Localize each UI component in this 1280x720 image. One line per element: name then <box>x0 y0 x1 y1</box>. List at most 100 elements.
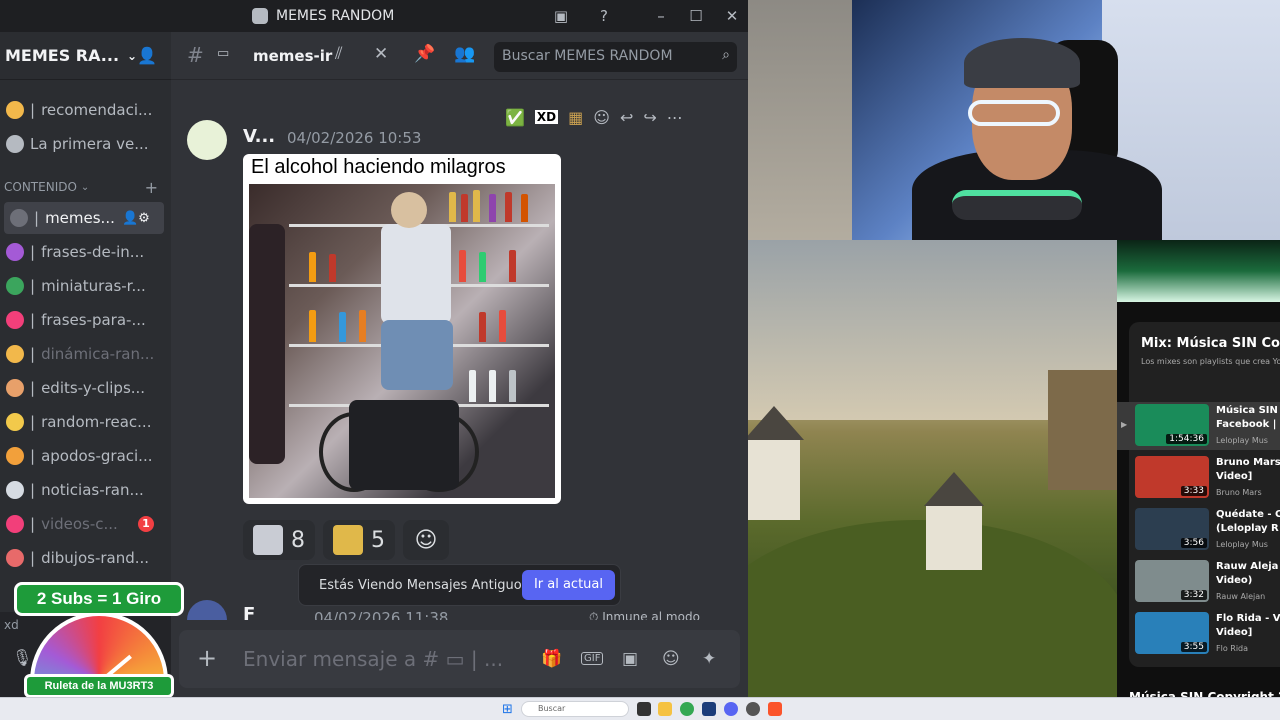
sidebar-channel[interactable]: | memes... 👤⚙ <box>4 202 164 234</box>
more-options-icon[interactable]: ⋯ <box>667 108 683 127</box>
sidebar-channel[interactable]: La primera ve... <box>0 128 171 160</box>
message-timestamp: 04/02/2026 11:38 <box>314 609 449 620</box>
reaction-2[interactable]: 5 <box>323 520 395 560</box>
video-thumbnail[interactable]: 3:33 <box>1135 456 1209 498</box>
video-channel: Leloplay Mus <box>1216 540 1268 549</box>
hash-icon: # <box>187 43 204 67</box>
playlist-item[interactable]: 3:56 Quédate - C (Leloplay R Leloplay Mus <box>1129 506 1280 554</box>
sidebar-channel[interactable]: | dibujos-rand... <box>0 542 171 574</box>
video-title[interactable]: Quédate - C (Leloplay R <box>1216 508 1280 536</box>
search-input[interactable]: Buscar MEMES RANDOM ⌕ <box>494 42 737 72</box>
chrome-icon[interactable] <box>680 702 694 716</box>
window-title: MEMES RANDOM <box>252 8 394 24</box>
xd-reaction-icon[interactable]: XD <box>534 110 559 124</box>
add-user-icon[interactable]: 👤 <box>137 46 157 65</box>
mix-title[interactable]: Mix: Música SIN Copy <box>1141 336 1280 351</box>
channel-divider: | <box>30 481 36 499</box>
reply-icon[interactable]: ↩ <box>620 108 633 127</box>
photoshop-icon[interactable] <box>702 702 716 716</box>
sidebar-channel[interactable]: | frases-de-in... <box>0 236 171 268</box>
playlist-item[interactable]: ▶ 1:54:36 Música SIN Facebook | Leloplay Mus <box>1117 402 1280 450</box>
add-reaction-icon[interactable]: ☺ <box>593 108 610 127</box>
discord-taskbar-icon[interactable] <box>724 702 738 716</box>
message-list[interactable]: ✅ XD ▦ ☺ ↩ ↪ ⋯ V... 04/02/2026 10:53 El … <box>171 80 748 620</box>
video-channel: Leloplay Mus <box>1216 436 1268 445</box>
sidebar-channel[interactable]: | noticias-ran... <box>0 474 171 506</box>
video-title[interactable]: Rauw Aleja Video) <box>1216 560 1278 588</box>
playlist-item[interactable]: 3:32 Rauw Aleja Video) Rauw Alejan <box>1129 558 1280 606</box>
video-channel: Rauw Alejan <box>1216 592 1266 601</box>
pin-icon[interactable]: 📌 <box>414 44 435 64</box>
sidebar-channel[interactable]: | edits-y-clips... <box>0 372 171 404</box>
video-thumbnail[interactable]: 3:56 <box>1135 508 1209 550</box>
sidebar-channel[interactable]: | dinámica-ran... <box>0 338 171 370</box>
video-title[interactable]: Bruno Mars Video] <box>1216 456 1280 484</box>
gif-icon[interactable]: GIF <box>581 652 604 665</box>
threads-icon[interactable]: ⫽ <box>335 44 343 64</box>
minimize-button[interactable]: – <box>648 4 674 28</box>
video-thumbnail[interactable]: 3:55 <box>1135 612 1209 654</box>
task-view-icon[interactable] <box>637 702 651 716</box>
file-explorer-icon[interactable] <box>658 702 672 716</box>
message-author[interactable]: F <box>243 604 255 620</box>
video-thumbnail[interactable]: 3:32 <box>1135 560 1209 602</box>
maximize-button[interactable]: ☐ <box>683 4 709 28</box>
video-thumbnail[interactable]: 1:54:36 <box>1135 404 1209 446</box>
channel-emoji-icon <box>6 447 24 465</box>
check-reaction-icon[interactable]: ✅ <box>505 108 525 127</box>
obs-icon[interactable] <box>746 702 760 716</box>
channel-label: random-reac... <box>41 413 152 431</box>
inbox-icon[interactable]: ▣ <box>548 4 574 28</box>
apps-icon[interactable]: ✦ <box>702 649 716 669</box>
help-icon[interactable]: ? <box>591 4 617 28</box>
sidebar-channel[interactable]: | videos-c... 1 <box>0 508 171 540</box>
channel-emoji-icon <box>6 135 24 153</box>
gift-icon[interactable]: 🎁 <box>541 649 562 669</box>
sidebar-channel[interactable]: | apodos-graci... <box>0 440 171 472</box>
close-button[interactable]: ✕ <box>719 4 745 28</box>
meme-photo <box>249 184 555 498</box>
channel-emoji-icon <box>6 311 24 329</box>
meme-image[interactable]: El alcohol haciendo milagros <box>243 154 561 504</box>
message-author[interactable]: V... <box>243 126 275 147</box>
notifications-muted-icon[interactable]: ✕ <box>374 44 388 64</box>
slowmode-immune-label: ⏱ Inmune al modo pausado <box>589 610 700 620</box>
sidebar-channel[interactable]: | miniaturas-r... <box>0 270 171 302</box>
windows-start-icon[interactable]: ⊞ <box>502 702 513 717</box>
channel-divider: | <box>30 101 36 119</box>
channel-emoji-icon <box>10 209 28 227</box>
emoji-icon[interactable]: ☺ <box>662 649 680 669</box>
sidebar-channel[interactable]: | recomendaci... <box>0 94 171 126</box>
channel-divider: | <box>30 515 36 533</box>
avatar[interactable] <box>187 120 227 160</box>
video-channel: Flo Rida <box>1216 644 1249 653</box>
brave-icon[interactable] <box>768 702 782 716</box>
category-contenido[interactable]: CONTENIDO ⌄ + <box>4 178 164 197</box>
title-bar: MEMES RANDOM ▣ ? – ☐ ✕ <box>0 0 748 32</box>
channel-settings-icon[interactable]: 👤⚙ <box>122 211 150 226</box>
server-header[interactable]: MEMES RA... ⌄ 👤 <box>0 32 171 80</box>
video-title[interactable]: Música SIN Facebook | <box>1216 404 1278 432</box>
members-icon[interactable]: 👥 <box>454 44 475 64</box>
sidebar-channel[interactable]: | frases-para-... <box>0 304 171 336</box>
video-title[interactable]: Flo Rida - V Video] <box>1216 612 1280 640</box>
video-duration: 3:33 <box>1180 486 1207 496</box>
taskbar-search[interactable]: Buscar <box>521 701 629 717</box>
message-input[interactable]: + Enviar mensaje a # ▭ | ... 🎁 GIF ▣ ☺ ✦ <box>179 630 740 688</box>
channel-label: dibujos-rand... <box>41 549 150 567</box>
channel-label: dinámica-ran... <box>41 345 155 363</box>
custom-reaction-icon[interactable]: ▦ <box>568 108 583 127</box>
add-reaction-button[interactable]: ☺ <box>403 520 449 560</box>
jump-to-present-button[interactable]: Ir al actual <box>521 570 615 600</box>
sidebar-channel[interactable]: | random-reac... <box>0 406 171 438</box>
sticker-icon[interactable]: ▣ <box>622 649 638 669</box>
playlist-item[interactable]: 3:33 Bruno Mars Video] Bruno Mars <box>1129 454 1280 502</box>
add-attachment-icon[interactable]: + <box>197 644 217 672</box>
avatar[interactable] <box>187 600 227 620</box>
reaction-1[interactable]: 8 <box>243 520 315 560</box>
add-channel-icon[interactable]: + <box>145 178 158 197</box>
playlist-item[interactable]: 3:55 Flo Rida - V Video] Flo Rida <box>1129 610 1280 658</box>
channel-label: videos-c... <box>41 515 118 533</box>
forward-icon[interactable]: ↪ <box>643 108 656 127</box>
youtube-player-preview[interactable] <box>1117 240 1280 302</box>
